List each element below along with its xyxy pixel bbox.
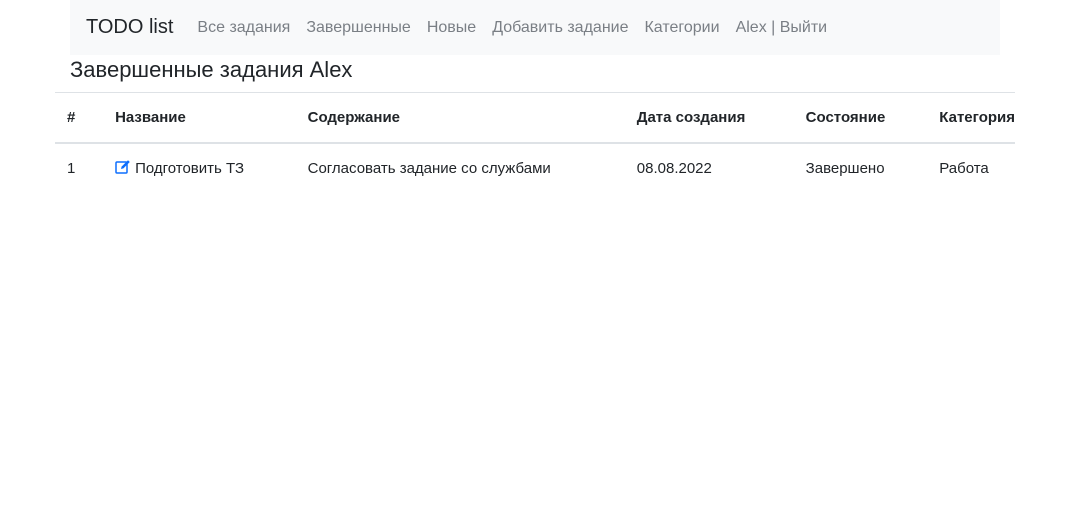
column-header-number: #	[55, 92, 104, 144]
nav-link-user-logout[interactable]: Alex | Выйти	[736, 19, 828, 37]
table-body: 1 Подготовить ТЗ Согласовать задание со …	[55, 143, 1015, 193]
nav-link-categories[interactable]: Категории	[644, 19, 719, 37]
column-header-date: Дата создания	[624, 92, 794, 144]
cell-number: 1	[67, 160, 76, 177]
cell-content: Согласовать задание со службами	[307, 160, 551, 177]
table-row: 1 Подготовить ТЗ Согласовать задание со …	[55, 143, 1015, 193]
table-header: # Название Содержание Дата создания Сост…	[55, 92, 1015, 144]
nav-link-add-task[interactable]: Добавить задание	[492, 19, 628, 37]
nav-link-new[interactable]: Новые	[427, 19, 476, 37]
cell-state: Завершено	[805, 160, 885, 177]
tasks-table: # Название Содержание Дата создания Сост…	[55, 92, 1015, 193]
nav-link-completed[interactable]: Завершенные	[306, 19, 410, 37]
column-header-state: Состояние	[793, 92, 928, 144]
page-title: Завершенные задания Alex	[70, 57, 353, 82]
nav-link-all-tasks[interactable]: Все задания	[197, 19, 290, 37]
column-header-content: Содержание	[295, 92, 625, 144]
navbar: TODO list Все задания Завершенные Новые …	[70, 0, 1000, 55]
column-header-category: Категория	[927, 92, 1015, 144]
cell-name: Подготовить ТЗ	[103, 143, 296, 193]
brand-link[interactable]: TODO list	[86, 16, 173, 39]
edit-icon[interactable]	[115, 159, 131, 179]
task-name-link[interactable]: Подготовить ТЗ	[135, 160, 244, 177]
table-header-row: # Название Содержание Дата создания Сост…	[55, 92, 1015, 144]
column-header-name: Название	[103, 92, 296, 144]
cell-category: Работа	[939, 160, 989, 177]
cell-date: 08.08.2022	[636, 160, 712, 177]
